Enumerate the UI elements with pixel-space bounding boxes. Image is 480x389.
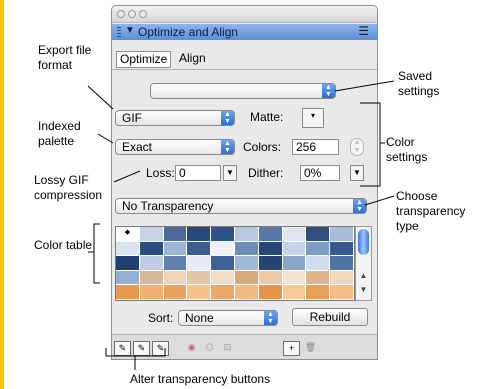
leader-saved-settings <box>334 80 395 92</box>
leader-lossy-gif <box>113 170 141 183</box>
bracket-color-settings <box>360 102 381 187</box>
callout-leaders <box>87 80 395 370</box>
bracket-color-table <box>93 223 100 284</box>
leader-choose-transparency <box>364 195 395 206</box>
leader-indexed-palette <box>97 133 114 144</box>
bracket-alter-transparency <box>105 348 166 357</box>
leader-export-format <box>87 85 114 110</box>
